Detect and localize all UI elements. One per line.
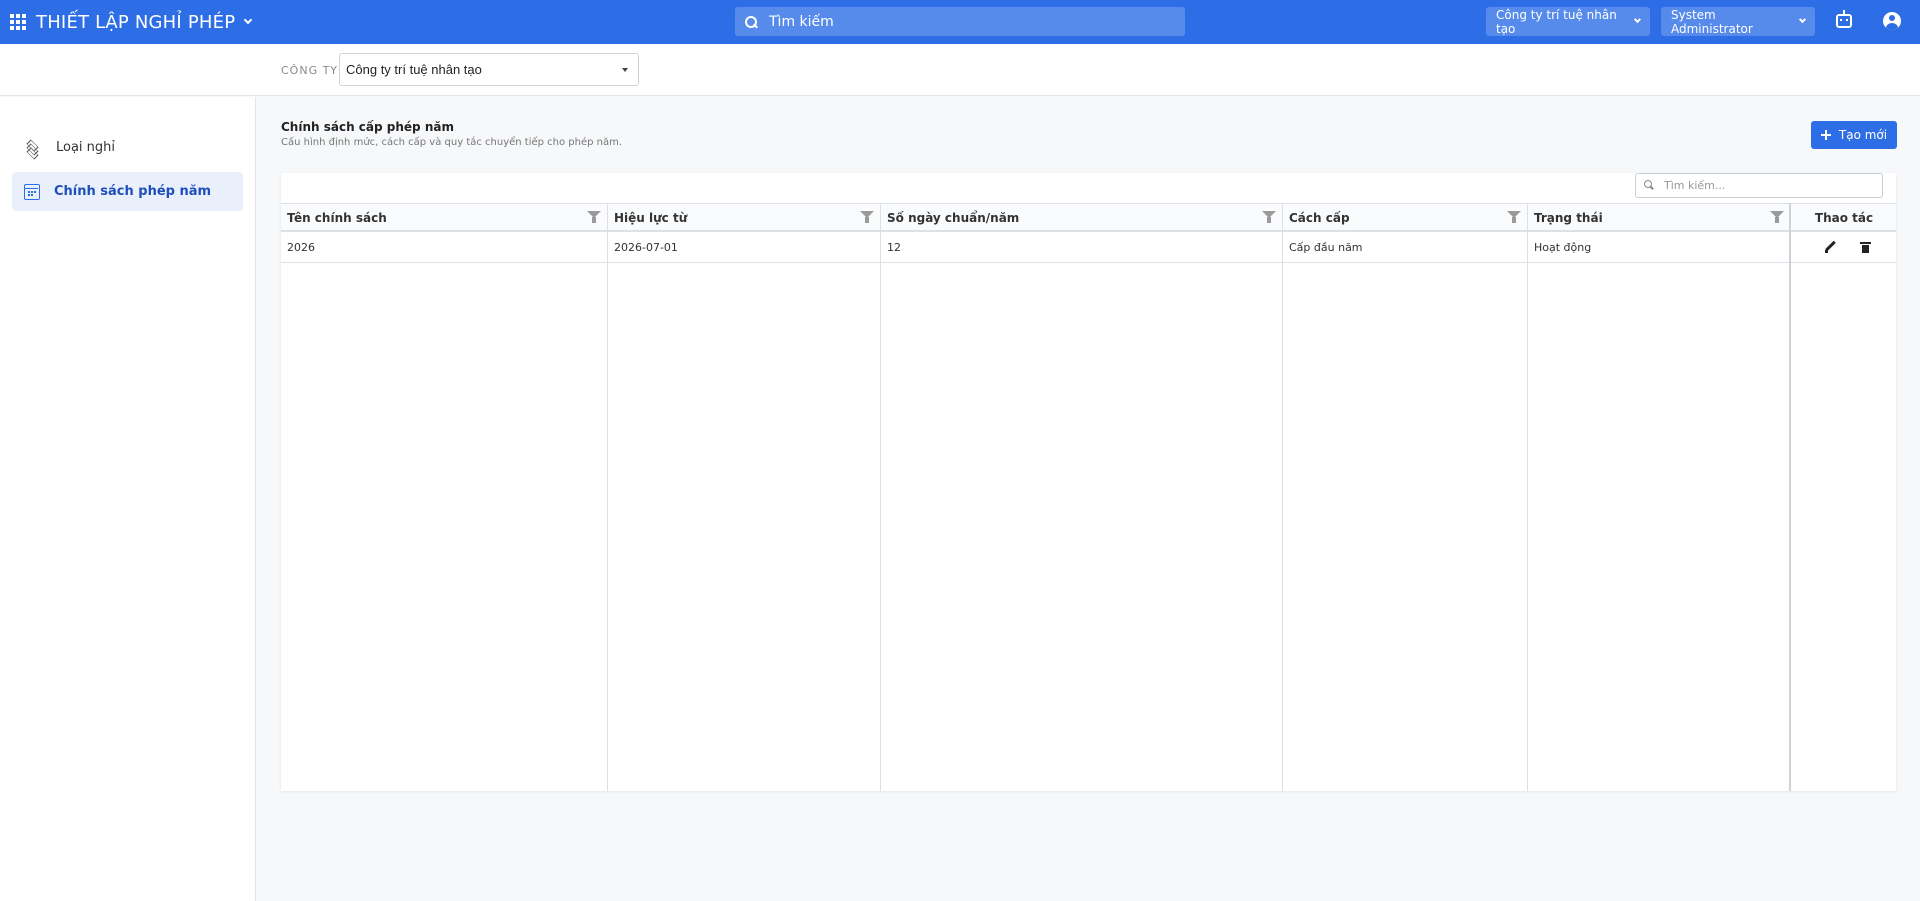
chevron-down-icon [1799, 16, 1807, 23]
grid-search-input[interactable]: Tìm kiếm... [1635, 173, 1883, 198]
table-header: Tên chính sách Hiệu lực từ Số ngày chuẩn… [281, 203, 1896, 232]
cell-effective-from: 2026-07-01 [614, 240, 678, 254]
user-menu-label: System Administrator [1671, 7, 1753, 36]
plus-icon [1820, 130, 1831, 140]
create-new-label: Tạo mới [1838, 128, 1888, 142]
column-divider [1789, 203, 1791, 791]
column-header-status[interactable]: Trạng thái [1528, 204, 1790, 231]
top-bar: THIẾT LẬP NGHỈ PHÉP Tìm kiếm Công ty trí… [0, 0, 1920, 44]
sidebar-item-label: Loại nghỉ [56, 140, 116, 155]
column-header-grant-method[interactable]: Cách cấp [1283, 204, 1527, 231]
column-label: Trạng thái [1534, 210, 1603, 225]
app-switcher[interactable]: THIẾT LẬP NGHỈ PHÉP [10, 11, 253, 33]
sidebar-item-annual-leave-policy[interactable]: Chính sách phép năm [12, 172, 243, 211]
filter-icon[interactable] [860, 211, 874, 223]
search-icon [745, 15, 757, 28]
delete-icon[interactable] [1860, 242, 1871, 253]
chevron-down-icon [244, 15, 253, 25]
search-icon [1644, 179, 1656, 192]
column-divider [1282, 203, 1283, 791]
company-select[interactable]: Công ty trí tuệ nhân tạo [339, 53, 639, 86]
filter-icon[interactable] [587, 211, 601, 223]
layers-icon [24, 138, 42, 160]
robot-icon[interactable] [1836, 10, 1852, 28]
column-label: Hiệu lực từ [614, 210, 688, 225]
calendar-icon [24, 183, 40, 200]
company-label: CÔNG TY [281, 64, 339, 77]
page-title: Chính sách cấp phép năm [281, 120, 454, 134]
column-divider [880, 203, 881, 791]
column-header-actions: Thao tác [1792, 204, 1896, 231]
policy-grid: Tìm kiếm... Tên chính sách Hiệu lực từ S… [281, 173, 1896, 791]
global-search-input[interactable]: Tìm kiếm [735, 7, 1185, 36]
global-search-placeholder: Tìm kiếm [769, 13, 834, 30]
company-switcher[interactable]: Công ty trí tuệ nhân tạo [1486, 7, 1650, 36]
user-menu[interactable]: System Administrator [1661, 7, 1815, 36]
column-label: Tên chính sách [287, 210, 387, 225]
sidebar-item-label: Chính sách phép năm [54, 184, 212, 199]
column-header-effective-from[interactable]: Hiệu lực từ [608, 204, 880, 231]
column-divider [1527, 203, 1528, 791]
cell-status: Hoạt động [1534, 240, 1592, 254]
column-label: Số ngày chuẩn/năm [887, 210, 1020, 225]
sidebar-item-leave-types[interactable]: Loại nghỉ [12, 128, 243, 167]
column-label: Thao tác [1814, 210, 1874, 225]
sidebar: Loại nghỉ Chính sách phép năm [0, 97, 256, 901]
app-title: THIẾT LẬP NGHỈ PHÉP [36, 11, 236, 33]
column-divider [607, 203, 608, 791]
column-header-policy-name[interactable]: Tên chính sách [281, 204, 607, 231]
cell-policy-name: 2026 [287, 240, 315, 254]
grid-search-placeholder: Tìm kiếm... [1664, 179, 1726, 192]
apps-grid-icon[interactable] [10, 14, 26, 30]
chevron-down-icon [1634, 16, 1642, 23]
column-header-days-per-year[interactable]: Số ngày chuẩn/năm [881, 204, 1282, 231]
filter-icon[interactable] [1770, 211, 1784, 223]
page-subtitle: Cấu hình định mức, cách cấp và quy tắc c… [281, 137, 623, 148]
company-filter-bar: CÔNG TY Công ty trí tuệ nhân tạo [0, 44, 1920, 96]
account-circle-icon[interactable] [1883, 12, 1901, 30]
filter-icon[interactable] [1507, 211, 1521, 223]
caret-down-icon [622, 68, 628, 72]
company-select-value: Công ty trí tuệ nhân tạo [346, 62, 482, 77]
edit-icon[interactable] [1823, 240, 1837, 254]
table-row[interactable]: 2026 2026-07-01 12 Cấp đầu năm Hoạt động [281, 232, 1896, 263]
create-new-button[interactable]: Tạo mới [1811, 121, 1897, 149]
filter-icon[interactable] [1262, 211, 1276, 223]
cell-days-per-year: 12 [887, 240, 901, 254]
column-label: Cách cấp [1289, 210, 1350, 225]
cell-grant-method: Cấp đầu năm [1289, 240, 1363, 254]
company-switcher-label: Công ty trí tuệ nhân tạo [1496, 7, 1617, 36]
